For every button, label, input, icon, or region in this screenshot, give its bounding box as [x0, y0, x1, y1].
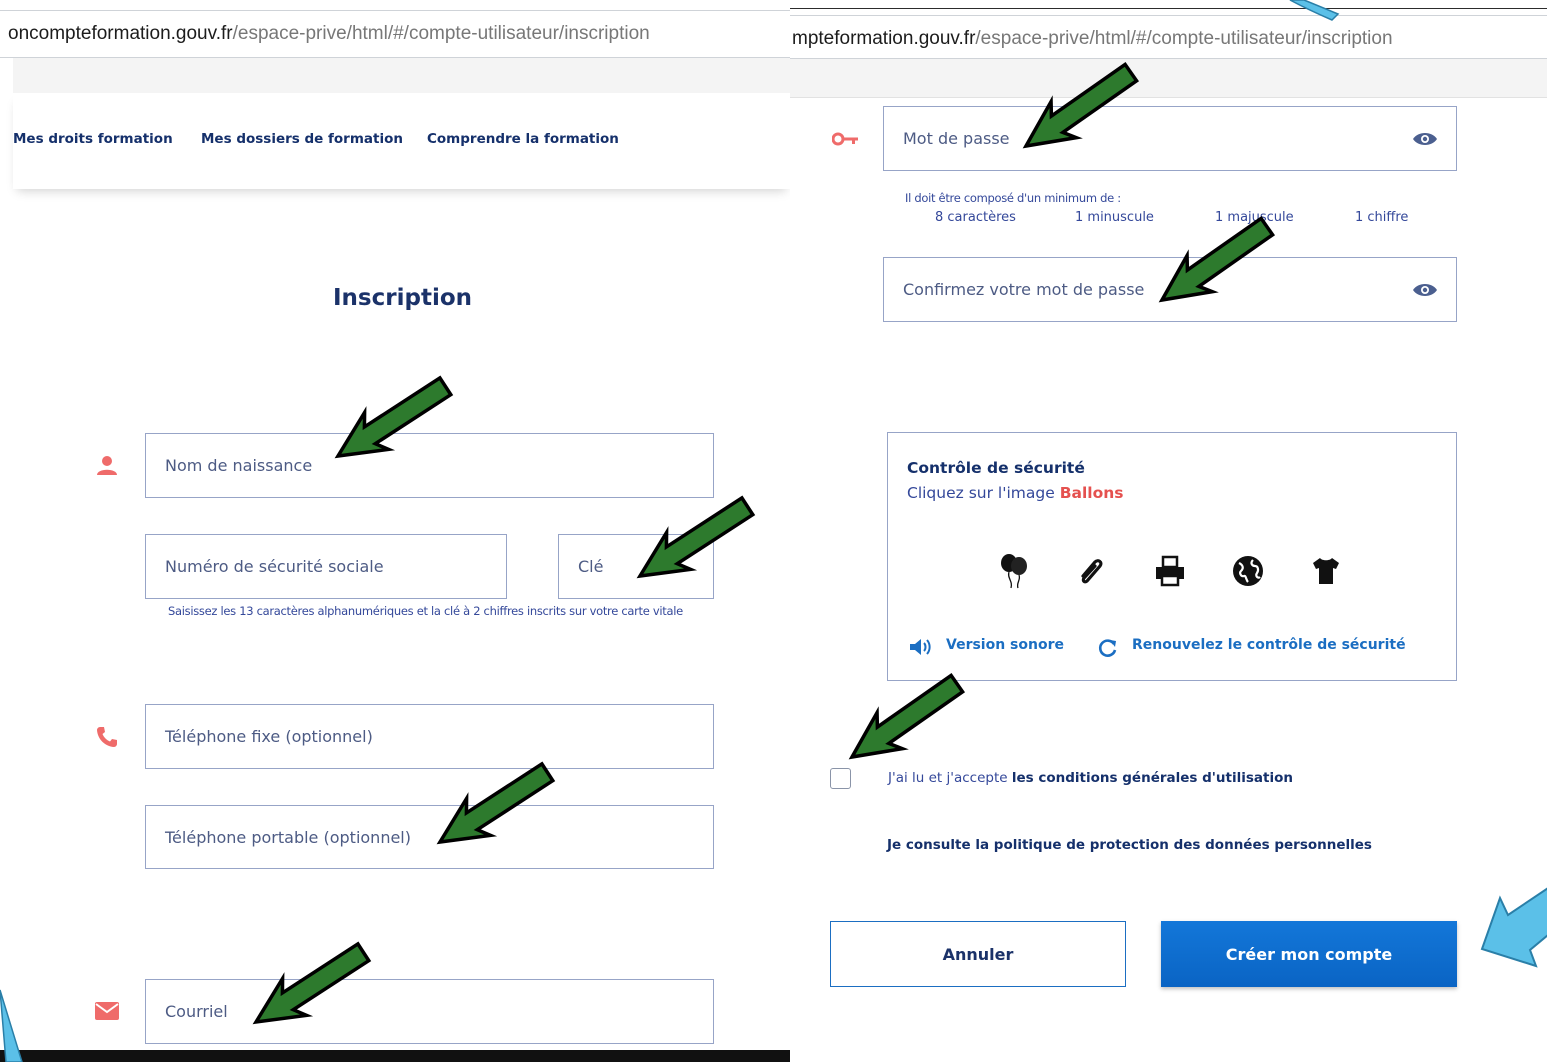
- rule-uppercase: 1 majuscule: [1215, 210, 1294, 225]
- confirm-password-input[interactable]: Confirmez votre mot de passe: [883, 257, 1457, 322]
- nav-mes-dossiers[interactable]: Mes dossiers de formation: [201, 131, 403, 147]
- terms-link[interactable]: les conditions générales d'utilisation: [1012, 770, 1293, 786]
- security-instruction: Cliquez sur l'image Ballons: [907, 484, 1124, 502]
- user-icon: [97, 456, 117, 475]
- url-host: oncompteformation.gouv.fr: [8, 23, 233, 44]
- mobile-input[interactable]: Téléphone portable (optionnel): [145, 805, 714, 869]
- landline-input[interactable]: Téléphone fixe (optionnel): [145, 704, 714, 769]
- browser-toolbar: [790, 59, 1547, 98]
- paperclip-icon[interactable]: [1072, 551, 1112, 591]
- refresh-icon: [1099, 639, 1117, 657]
- right-screenshot-panel: mpteformation.gouv.fr/espace-prive/html/…: [790, 0, 1547, 1062]
- password-input[interactable]: Mot de passe: [883, 106, 1457, 171]
- ssn-hint: Saisissez les 13 caractères alphanumériq…: [168, 604, 683, 618]
- rule-lowercase: 1 minuscule: [1075, 210, 1154, 225]
- key-icon: [832, 132, 858, 146]
- address-bar[interactable]: mpteformation.gouv.fr/espace-prive/html/…: [790, 15, 1547, 59]
- terms-prefix: J'ai lu et j'accepte: [888, 770, 1008, 786]
- printer-icon[interactable]: [1150, 551, 1190, 591]
- window-top-edge: [790, 0, 1547, 9]
- page-title: Inscription: [333, 285, 472, 311]
- password-placeholder: Mot de passe: [903, 129, 1010, 148]
- eye-icon[interactable]: [1412, 131, 1438, 147]
- taskbar-strip: [0, 1050, 790, 1062]
- browser-toolbar: [13, 58, 790, 94]
- security-target-word: Ballons: [1059, 484, 1124, 502]
- ssn-input[interactable]: Numéro de sécurité sociale: [145, 534, 507, 599]
- url-host: mpteformation.gouv.fr: [792, 28, 976, 49]
- ssn-key-input[interactable]: Clé: [558, 534, 714, 599]
- password-rules-title: Il doit être composé d'un minimum de :: [905, 191, 1121, 205]
- terms-text: J'ai lu et j'accepte les conditions géné…: [888, 770, 1293, 786]
- rule-digit: 1 chiffre: [1355, 210, 1409, 225]
- eye-icon[interactable]: [1412, 282, 1438, 298]
- phone-icon: [97, 727, 117, 747]
- speaker-icon: [910, 639, 931, 655]
- terms-checkbox[interactable]: [830, 768, 851, 789]
- mail-icon: [95, 1002, 119, 1020]
- refresh-security-link[interactable]: Renouvelez le contrôle de sécurité: [1132, 637, 1406, 653]
- main-nav: Mes droits formation Mes dossiers de for…: [13, 93, 790, 189]
- confirm-password-placeholder: Confirmez votre mot de passe: [903, 280, 1145, 299]
- nav-mes-droits-formation[interactable]: Mes droits formation: [13, 131, 173, 147]
- url-path: /espace-prive/html/#/compte-utilisateur/…: [232, 23, 650, 44]
- security-title: Contrôle de sécurité: [907, 459, 1085, 477]
- tshirt-icon[interactable]: [1306, 551, 1346, 591]
- rule-length: 8 caractères: [935, 210, 1016, 225]
- email-input[interactable]: Courriel: [145, 979, 714, 1044]
- address-bar[interactable]: oncompteformation.gouv.fr/espace-prive/h…: [0, 10, 790, 58]
- security-check-box: Contrôle de sécurité Cliquez sur l'image…: [887, 432, 1457, 681]
- security-instruction-text: Cliquez sur l'image: [907, 484, 1055, 502]
- cancel-button[interactable]: Annuler: [830, 921, 1126, 987]
- balloons-icon[interactable]: [994, 551, 1034, 591]
- audio-version-link[interactable]: Version sonore: [946, 637, 1064, 653]
- privacy-policy-link[interactable]: Je consulte la politique de protection d…: [887, 837, 1372, 853]
- left-screenshot-panel: oncompteformation.gouv.fr/espace-prive/h…: [0, 0, 790, 1062]
- create-account-button[interactable]: Créer mon compte: [1161, 921, 1457, 987]
- url-path: /espace-prive/html/#/compte-utilisateur/…: [975, 28, 1393, 49]
- birth-name-input[interactable]: Nom de naissance: [145, 433, 714, 498]
- nav-comprendre-formation[interactable]: Comprendre la formation: [427, 131, 619, 147]
- globe-icon[interactable]: [1228, 551, 1268, 591]
